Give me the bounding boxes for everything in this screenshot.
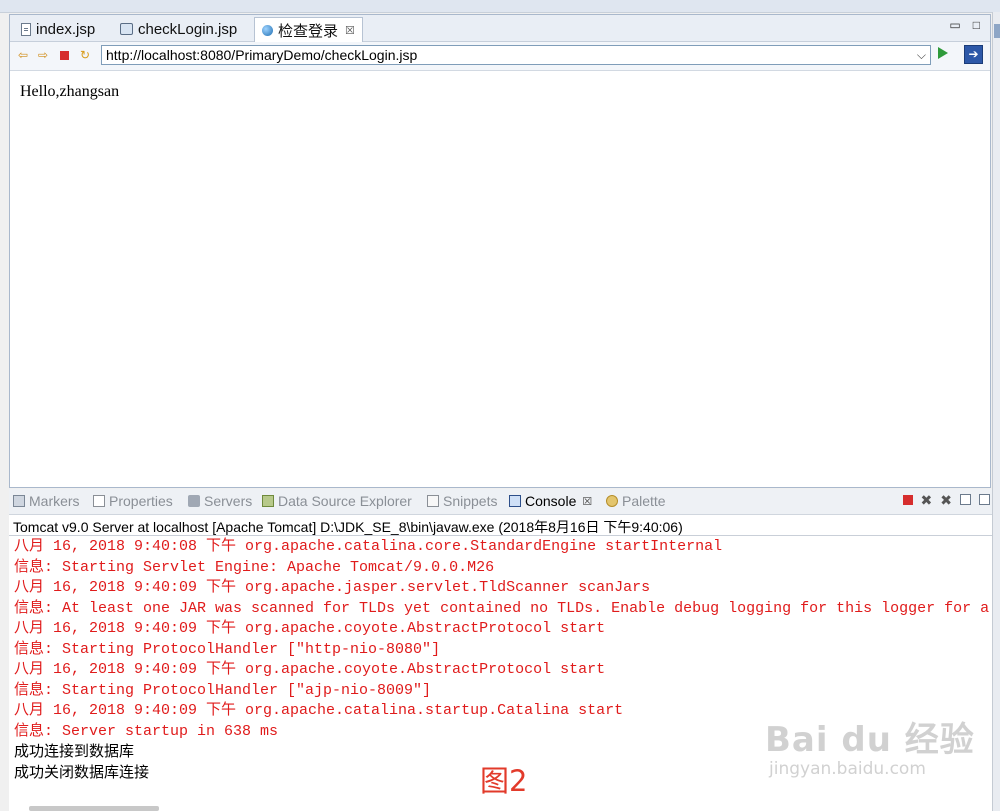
tab-checklogin-jsp[interactable]: checkLogin.jsp: [113, 17, 244, 41]
tab-label: Servers: [204, 493, 253, 509]
log-line: 信息: Starting Servlet Engine: Apache Tomc…: [14, 558, 495, 576]
editor-tab-bar: index.jsp checkLogin.jsp 检查登录 ☒ ▭ □: [10, 15, 990, 42]
markers-icon: [13, 495, 25, 507]
tab-check-login-browser[interactable]: 检查登录 ☒: [254, 17, 363, 42]
tab-properties[interactable]: Properties: [93, 493, 173, 509]
refresh-icon[interactable]: ↻: [78, 48, 92, 62]
tab-index-jsp[interactable]: index.jsp: [14, 17, 102, 41]
remove-launch-icon[interactable]: ✖: [921, 493, 933, 507]
watermark-sub: jingyan.baidu.com: [769, 759, 926, 779]
pin-console-icon[interactable]: [979, 494, 990, 505]
go-icon[interactable]: [938, 47, 948, 59]
palette-icon: [606, 495, 618, 507]
log-line: 八月 16, 2018 9:40:09 下午 org.apache.jasper…: [14, 579, 651, 596]
log-line: 八月 16, 2018 9:40:09 下午 org.apache.coyote…: [14, 620, 606, 637]
console-icon: [509, 495, 521, 507]
jsp-file-icon: [120, 23, 133, 35]
minimize-button[interactable]: ▭: [949, 18, 960, 32]
tab-label: Markers: [29, 493, 80, 509]
log-line: 信息: Starting ProtocolHandler ["http-nio-…: [14, 640, 441, 658]
divider: [9, 535, 992, 536]
tab-console[interactable]: Console ☒: [509, 493, 592, 509]
tab-label: Data Source Explorer: [278, 493, 412, 509]
globe-icon: [262, 24, 273, 36]
tab-label: Console: [525, 493, 577, 509]
watermark-main: Bai du 经验: [765, 720, 975, 760]
page-content: Hello,zhangsan: [20, 83, 120, 100]
servers-icon: [188, 495, 200, 507]
terminate-icon[interactable]: [902, 494, 913, 505]
editor-window-controls: ▭ □: [949, 18, 980, 32]
panel-tab-bar: Markers Properties Servers Data Source E…: [9, 489, 992, 515]
tab-snippets[interactable]: Snippets: [427, 493, 497, 509]
scroll-lock-icon[interactable]: [960, 494, 971, 505]
outline-icon[interactable]: [994, 24, 1000, 38]
horizontal-scrollbar[interactable]: [29, 806, 159, 811]
chevron-down-icon[interactable]: ⌵: [917, 47, 926, 63]
console-toolbar: ✖ ✖: [902, 493, 990, 507]
console-process-header: Tomcat v9.0 Server at localhost [Apache …: [13, 519, 683, 535]
log-line: 信息: Starting ProtocolHandler ["ajp-nio-8…: [14, 681, 432, 699]
tab-data-source-explorer[interactable]: Data Source Explorer: [262, 493, 412, 509]
tab-palette[interactable]: Palette: [606, 493, 666, 509]
database-icon: [262, 495, 274, 507]
tab-servers[interactable]: Servers: [188, 493, 252, 509]
right-side-toolbar: [992, 12, 1000, 811]
remove-all-terminated-icon[interactable]: ✖: [940, 493, 952, 507]
log-line: 信息: At least one JAR was scanned for TLD…: [14, 599, 992, 617]
close-icon[interactable]: ☒: [582, 495, 592, 508]
browser-toolbar: ⇦ ⇨ ↻ http://localhost:8080/PrimaryDemo/…: [10, 42, 990, 71]
maximize-button[interactable]: □: [973, 18, 980, 32]
figure-label: 图2: [480, 764, 528, 798]
tab-label: Properties: [109, 493, 173, 509]
close-icon[interactable]: ☒: [345, 24, 355, 37]
back-arrow-icon[interactable]: ⇦: [16, 48, 30, 62]
snippets-icon: [427, 495, 439, 507]
tab-label: Palette: [622, 493, 666, 509]
url-text: http://localhost:8080/PrimaryDemo/checkL…: [106, 47, 418, 63]
tab-markers[interactable]: Markers: [13, 493, 80, 509]
log-line: 八月 16, 2018 9:40:08 下午 org.apache.catali…: [14, 538, 723, 555]
file-icon: [21, 22, 31, 36]
tab-label: Snippets: [443, 493, 498, 509]
open-external-browser-icon[interactable]: ➔: [964, 45, 983, 64]
log-line: 八月 16, 2018 9:40:09 下午 org.apache.coyote…: [14, 661, 606, 678]
forward-arrow-icon[interactable]: ⇨: [36, 48, 50, 62]
baidu-jingyan-watermark: Bai du 经验 jingyan.baidu.com: [765, 712, 975, 779]
url-input[interactable]: http://localhost:8080/PrimaryDemo/checkL…: [101, 45, 931, 65]
stop-icon[interactable]: [57, 48, 71, 62]
tab-label: checkLogin.jsp: [138, 20, 238, 38]
tab-label: 检查登录: [278, 22, 339, 40]
properties-icon: [93, 495, 105, 507]
editor-area: index.jsp checkLogin.jsp 检查登录 ☒ ▭ □ ⇦ ⇨ …: [9, 14, 991, 488]
tab-label: index.jsp: [36, 20, 96, 38]
window-title-strip: [0, 0, 1000, 13]
